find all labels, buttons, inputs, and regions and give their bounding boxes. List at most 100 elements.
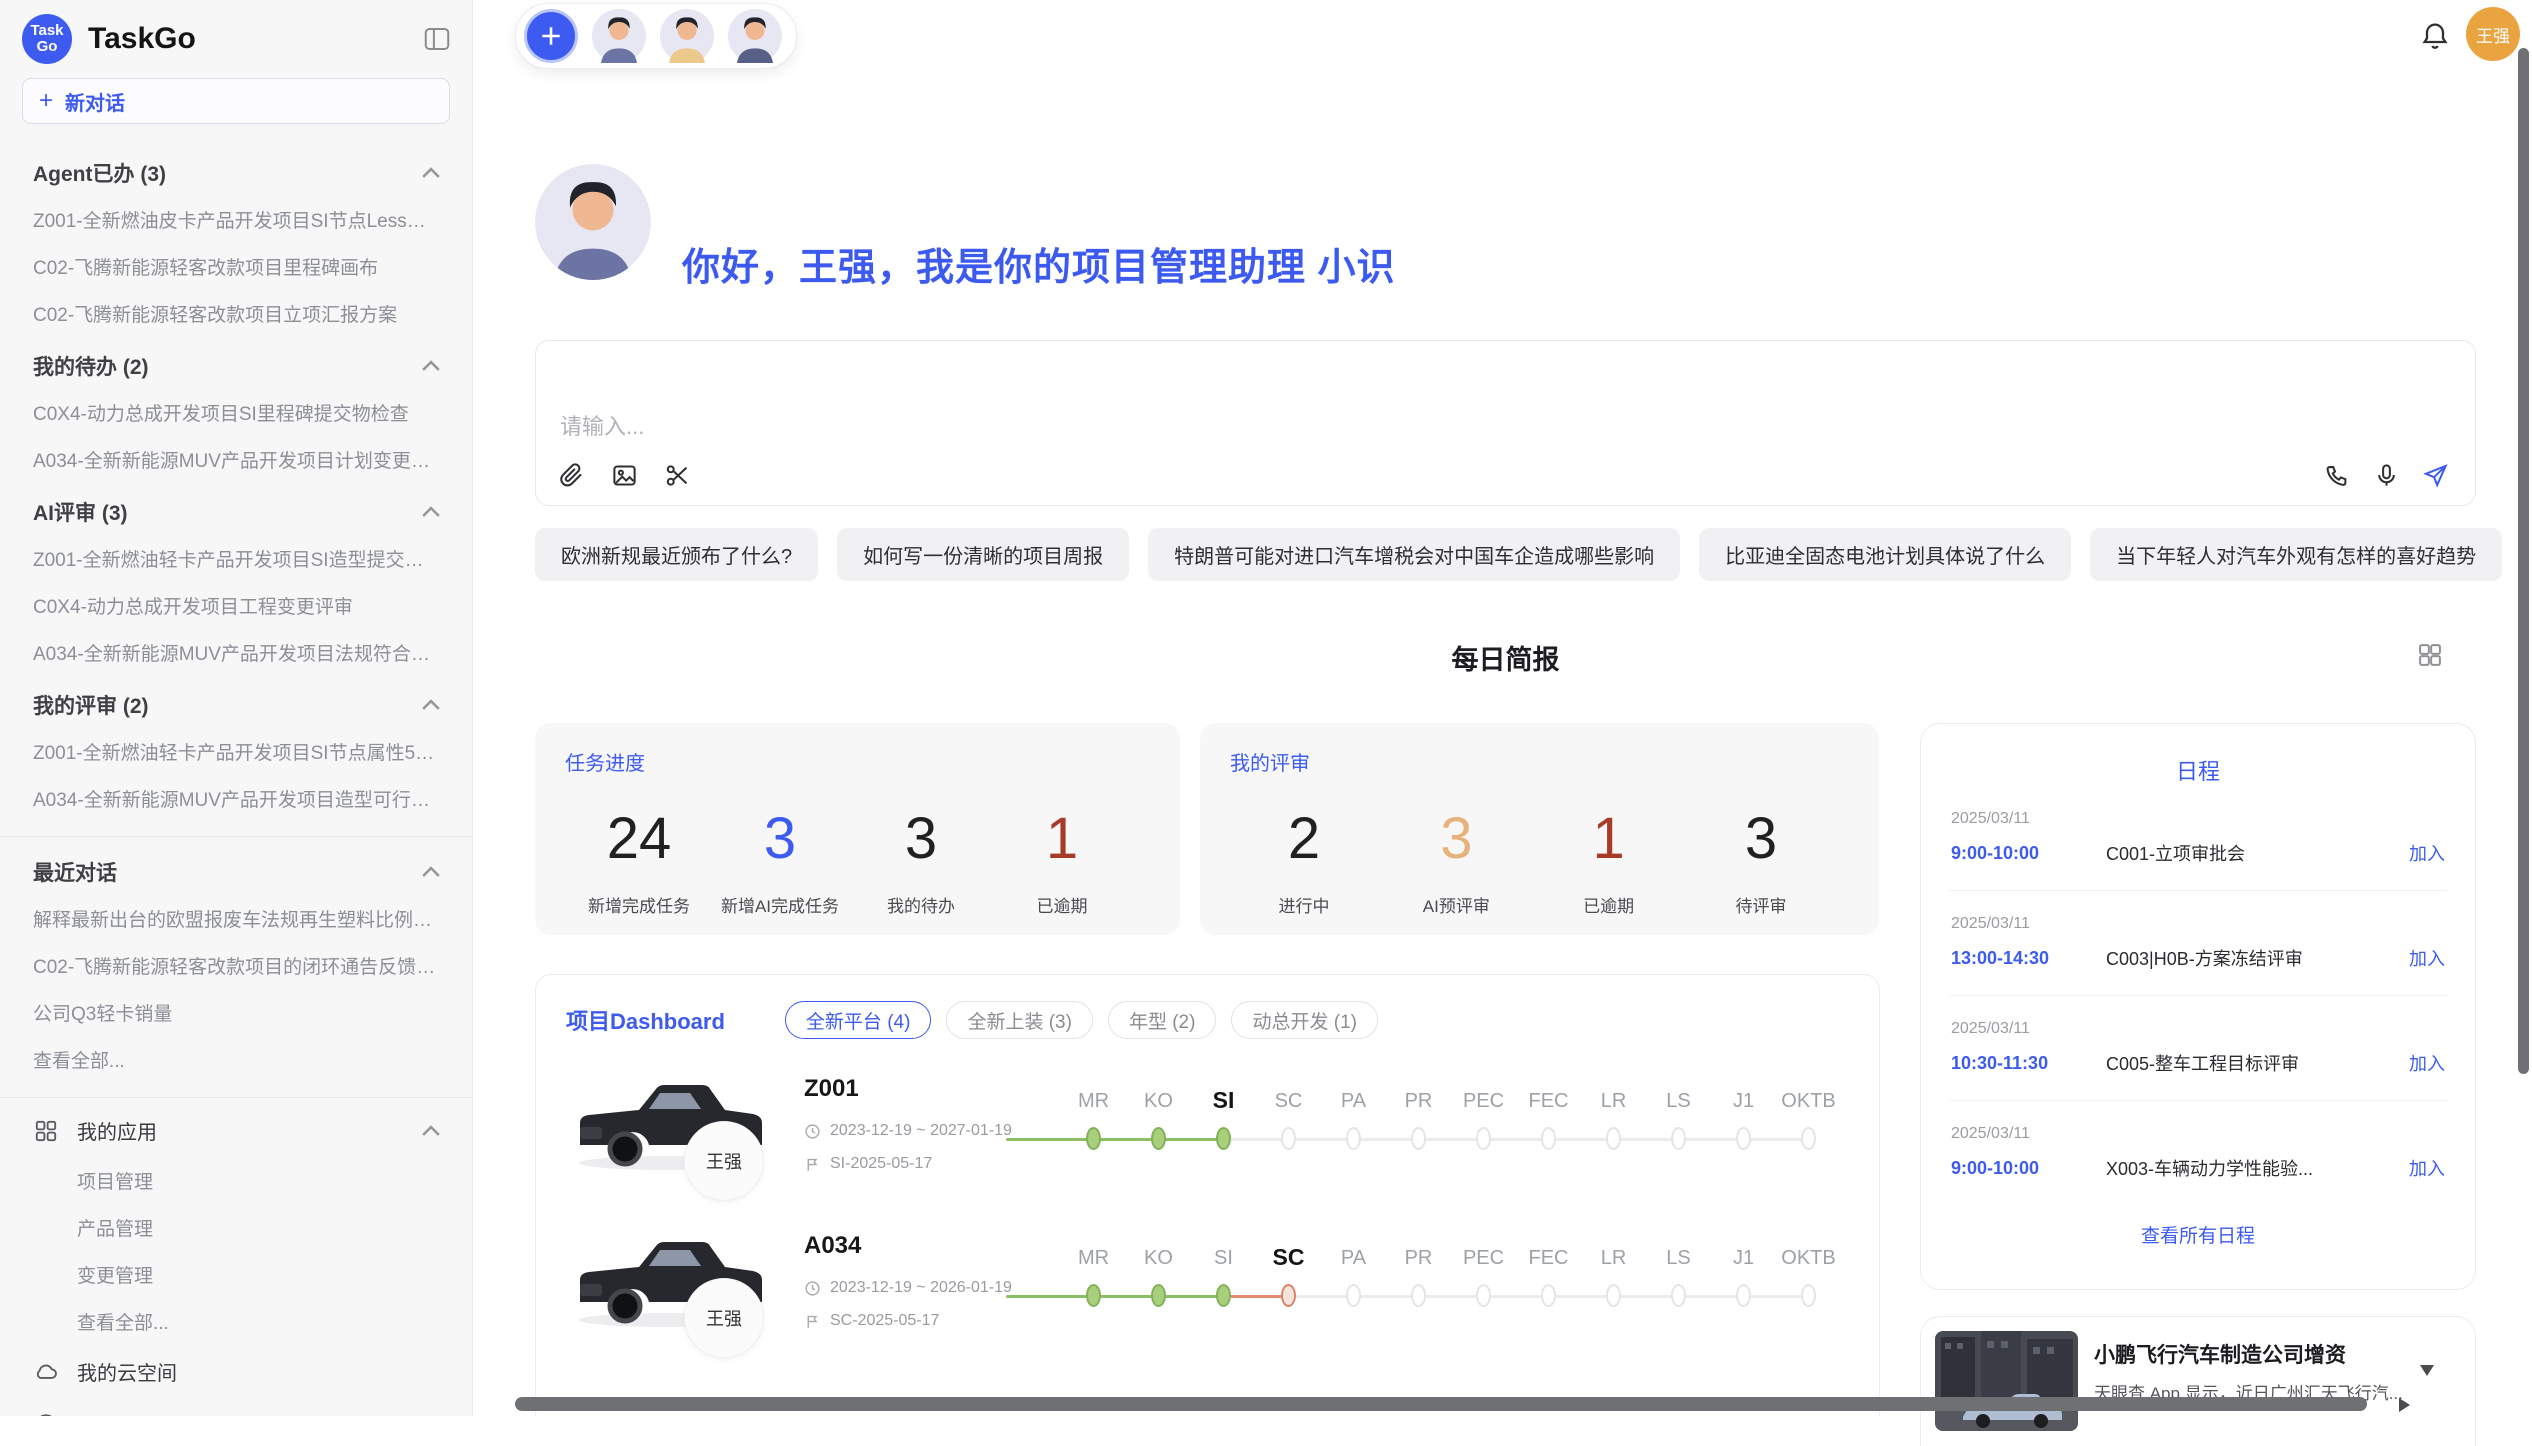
app-logo: Task Go xyxy=(22,14,72,64)
sidebar-item-my-apps[interactable]: 我的应用 xyxy=(0,1104,472,1157)
project-flag-milestone: SC-2025-05-17 xyxy=(804,1312,939,1330)
milestone-dot[interactable] xyxy=(1281,1127,1296,1150)
task-item[interactable]: C02-飞腾新能源轻客改款项目立项汇报方案 xyxy=(0,290,472,337)
recent-chat-item[interactable]: 解释最新出台的欧盟报废车法规再生塑料比例被调至15%... xyxy=(0,895,472,942)
milestone-dot[interactable] xyxy=(1541,1127,1556,1150)
attachment-icon[interactable] xyxy=(558,462,585,489)
task-item[interactable]: C0X4-动力总成开发项目SI里程碑提交物检查 xyxy=(0,389,472,436)
task-item[interactable]: C0X4-动力总成开发项目工程变更评审 xyxy=(0,582,472,629)
horizontal-scrollbar[interactable] xyxy=(515,1397,2367,1411)
layout-grid-icon[interactable] xyxy=(2416,641,2444,669)
milestone-dot[interactable] xyxy=(1151,1127,1166,1150)
apps-grid-icon xyxy=(33,1118,59,1144)
task-item[interactable]: Z001-全新燃油轻卡产品开发项目SI造型提交物评审 xyxy=(0,535,472,582)
task-item[interactable]: Z001-全新燃油皮卡产品开发项目SI节点Lesson Learn报告 xyxy=(0,196,472,243)
task-progress-card: 任务进度24新增完成任务3新增AI完成任务3我的待办1已逾期 xyxy=(535,723,1180,935)
filter-chip[interactable]: 全新上装 (3) xyxy=(946,1001,1093,1039)
event-join-link[interactable]: 加入 xyxy=(2409,945,2445,971)
notifications-bell-icon[interactable] xyxy=(2419,20,2451,52)
scissors-icon[interactable] xyxy=(664,462,691,489)
collapse-sidebar-icon[interactable] xyxy=(422,24,452,54)
suggestion-chip[interactable]: 欧洲新规最近颁布了什么? xyxy=(535,528,818,581)
milestone-dot[interactable] xyxy=(1346,1127,1361,1150)
task-item[interactable]: Z001-全新燃油轻卡产品开发项目SI节点属性5D文件评审 xyxy=(0,728,472,775)
milestone-dot[interactable] xyxy=(1736,1127,1751,1150)
milestone-dot[interactable] xyxy=(1086,1127,1101,1150)
sidebar-item-favorites[interactable]: 我的收藏 xyxy=(0,1398,472,1416)
app-item[interactable]: 变更管理 xyxy=(0,1251,472,1298)
milestone-dot[interactable] xyxy=(1476,1284,1491,1307)
section-header-1[interactable]: 我的待办 (2) xyxy=(0,337,472,389)
agent-avatar-1[interactable] xyxy=(592,9,646,63)
task-item[interactable]: C02-飞腾新能源轻客改款项目里程碑画布 xyxy=(0,243,472,290)
news-image xyxy=(1935,1331,2078,1431)
schedule-event: 2025/03/1113:00-14:30C003|H0B-方案冻结评审加入 xyxy=(1921,891,2475,995)
milestone-dot[interactable] xyxy=(1736,1284,1751,1307)
milestone-dot[interactable] xyxy=(1411,1284,1426,1307)
filter-chip[interactable]: 年型 (2) xyxy=(1108,1001,1217,1039)
milestone-dot[interactable] xyxy=(1216,1127,1231,1150)
image-icon[interactable] xyxy=(611,462,638,489)
milestone-dot[interactable] xyxy=(1216,1284,1231,1307)
schedule-event: 2025/03/119:00-10:00C001-立项审批会加入 xyxy=(1921,786,2475,890)
section-header-3[interactable]: 我的评审 (2) xyxy=(0,676,472,728)
milestone-dot[interactable] xyxy=(1671,1127,1686,1150)
suggestion-chip[interactable]: 比亚迪全固态电池计划具体说了什么 xyxy=(1699,528,2071,581)
microphone-icon[interactable] xyxy=(2373,462,2400,489)
stat-label: 新增完成任务 xyxy=(579,892,699,917)
milestone-dot[interactable] xyxy=(1281,1284,1296,1307)
recent-view-all-link[interactable]: 查看全部... xyxy=(0,1036,472,1083)
section-header-2[interactable]: AI评审 (3) xyxy=(0,483,472,535)
app-item[interactable]: 项目管理 xyxy=(0,1157,472,1204)
flag-icon xyxy=(804,1313,821,1330)
event-join-link[interactable]: 加入 xyxy=(2409,840,2445,866)
milestone-dot[interactable] xyxy=(1801,1284,1816,1307)
suggestion-chip[interactable]: 如何写一份清晰的项目周报 xyxy=(837,528,1129,581)
filter-chip[interactable]: 动总开发 (1) xyxy=(1231,1001,1378,1039)
milestone-dot[interactable] xyxy=(1411,1127,1426,1150)
section-header-0[interactable]: Agent已办 (3) xyxy=(0,144,472,196)
event-date: 2025/03/11 xyxy=(1951,810,2445,828)
send-icon[interactable] xyxy=(2422,462,2449,489)
milestone-dot[interactable] xyxy=(1151,1284,1166,1307)
milestone-dot[interactable] xyxy=(1476,1127,1491,1150)
task-item[interactable]: A034-全新新能源MUV产品开发项目法规符合性评审 xyxy=(0,629,472,676)
milestone-dot[interactable] xyxy=(1086,1284,1101,1307)
milestone-dot[interactable] xyxy=(1541,1284,1556,1307)
agent-avatar-2[interactable] xyxy=(660,9,714,63)
milestone-dot[interactable] xyxy=(1801,1127,1816,1150)
new-chat-button[interactable]: + 新对话 xyxy=(22,78,450,124)
project-flag-text: SI-2025-05-17 xyxy=(830,1155,932,1173)
event-join-link[interactable]: 加入 xyxy=(2409,1050,2445,1076)
phone-call-icon[interactable] xyxy=(2324,462,2351,489)
milestone-dot[interactable] xyxy=(1606,1284,1621,1307)
event-join-link[interactable]: 加入 xyxy=(2409,1155,2445,1181)
recent-chat-item[interactable]: 公司Q3轻卡销量 xyxy=(0,989,472,1036)
news-card[interactable]: 小鹏飞行汽车制造公司增资 天眼查 App 显示，近日广州汇天飞行汽... xyxy=(1920,1316,2476,1446)
vertical-scrollbar[interactable] xyxy=(2518,48,2529,1074)
recent-chats-header[interactable]: 最近对话 xyxy=(0,843,472,895)
user-avatar[interactable]: 王强 xyxy=(2466,7,2520,61)
recent-chat-item[interactable]: C02-飞腾新能源轻客改款项目的闭环通告反馈情况 xyxy=(0,942,472,989)
milestone-dot[interactable] xyxy=(1346,1284,1361,1307)
app-item[interactable]: 产品管理 xyxy=(0,1204,472,1251)
task-item[interactable]: A034-全新新能源MUV产品开发项目计划变更表编写 xyxy=(0,436,472,483)
stat-label: AI预评审 xyxy=(1396,892,1516,917)
sidebar-item-cloud-space[interactable]: 我的云空间 xyxy=(0,1345,472,1398)
task-item[interactable]: A034-全新新能源MUV产品开发项目造型可行性评审 xyxy=(0,775,472,822)
milestone-dot[interactable] xyxy=(1606,1127,1621,1150)
scroll-down-arrow[interactable] xyxy=(2420,1365,2434,1376)
view-all-schedule-link[interactable]: 查看所有日程 xyxy=(1921,1221,2475,1248)
scroll-right-arrow[interactable] xyxy=(2399,1398,2410,1412)
app-item[interactable]: 查看全部... xyxy=(0,1298,472,1345)
chat-input-box[interactable]: 请输入... xyxy=(535,340,2476,506)
milestone-dot[interactable] xyxy=(1671,1284,1686,1307)
stat-value: 3 xyxy=(1701,802,1821,876)
filter-chip[interactable]: 全新平台 (4) xyxy=(785,1001,932,1039)
add-agent-button[interactable] xyxy=(524,9,578,63)
milestone-label: MR xyxy=(1061,1090,1126,1113)
suggestion-chip[interactable]: 特朗普可能对进口汽车增税会对中国车企造成哪些影响 xyxy=(1148,528,1680,581)
suggestion-chip[interactable]: 当下年轻人对汽车外观有怎样的喜好趋势 xyxy=(2090,528,2502,581)
stat-label: 已逾期 xyxy=(1002,892,1122,917)
agent-avatar-3[interactable] xyxy=(728,9,782,63)
